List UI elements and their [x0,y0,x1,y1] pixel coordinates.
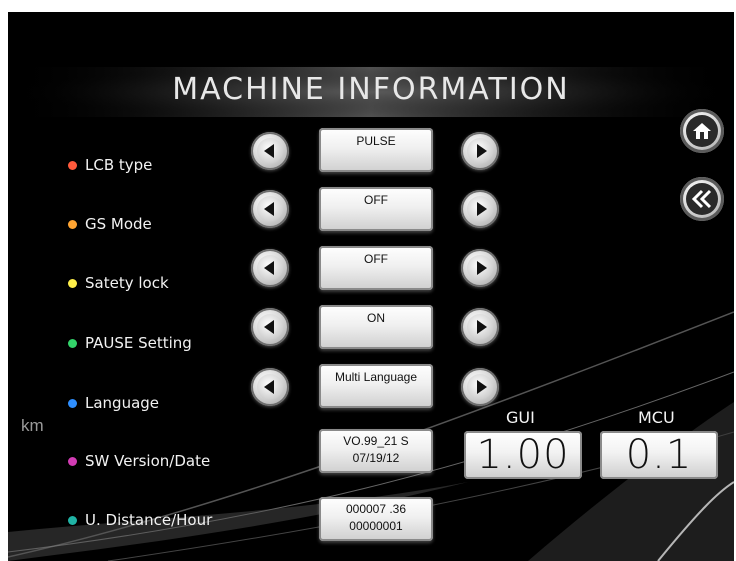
language-prev-button[interactable] [251,368,289,406]
bullet-dot [68,398,77,408]
setting-label-text: LCB type [85,156,153,174]
arrow-right-icon [476,320,487,334]
home-button[interactable] [680,109,724,153]
safety-lock-value: OFF [319,246,433,290]
hours-text: 00000001 [349,519,403,533]
pause-value: ON [319,305,433,349]
bullet-dot [68,338,77,348]
language-value: Multi Language [319,364,433,408]
setting-label-language: Language [68,394,159,412]
arrow-right-icon [476,261,487,275]
setting-label-text: Satety lock [85,274,169,292]
arrow-left-icon [263,261,274,275]
back-button[interactable] [680,177,724,221]
double-chevron-left-icon [691,189,712,209]
setting-label-lcb-type: LCB type [68,156,152,174]
arrow-right-icon [476,202,487,216]
sw-version-text: VO.99_21 S [343,434,409,448]
arrow-left-icon [263,380,274,394]
page-title: MACHINE INFORMATION [172,72,570,107]
setting-label-text: SW Version/Date [85,452,211,470]
gui-version-value: 1.00 [464,431,582,479]
gui-label: GUI [506,408,535,427]
bullet-dot [68,278,77,288]
gs-mode-prev-button[interactable] [251,190,289,228]
setting-label-text: GS Mode [85,215,152,233]
sw-date-text: 07/19/12 [352,451,400,465]
bullet-dot [68,160,77,170]
lcb-type-prev-button[interactable] [251,132,289,170]
gs-mode-value: OFF [319,187,433,231]
home-icon [693,123,711,139]
safety-lock-next-button[interactable] [461,249,499,287]
unit-label: km [21,416,44,435]
mcu-label: MCU [638,408,675,427]
arrow-left-icon [263,320,274,334]
safety-lock-prev-button[interactable] [251,249,289,287]
setting-label-safety-lock: Satety lock [68,274,169,292]
gs-mode-next-button[interactable] [461,190,499,228]
distance-hour-value: 000007 .36 00000001 [319,497,433,541]
arrow-left-icon [263,202,274,216]
mcu-version-value: 0.1 [600,431,718,479]
setting-label-pause: PAUSE Setting [68,334,192,352]
setting-label-text: Language [85,394,160,412]
machine-info-screen: MACHINE INFORMATION LCB type PULSE GS Mo… [8,12,734,561]
arrow-right-icon [476,144,487,158]
arrow-right-icon [476,380,487,394]
distance-text: 000007 .36 [345,502,407,516]
setting-label-text: U. Distance/Hour [85,511,213,529]
pause-prev-button[interactable] [251,308,289,346]
setting-label-sw-version: SW Version/Date [68,452,210,470]
lcb-type-value: PULSE [319,128,433,172]
bullet-dot [68,456,77,466]
arrow-left-icon [263,144,274,158]
bullet-dot [68,219,77,229]
bullet-dot [68,515,77,525]
setting-label-distance: U. Distance/Hour [68,511,212,529]
lcb-type-next-button[interactable] [461,132,499,170]
setting-label-gs-mode: GS Mode [68,215,152,233]
language-next-button[interactable] [461,368,499,406]
sw-version-value: VO.99_21 S 07/19/12 [319,429,433,473]
pause-next-button[interactable] [461,308,499,346]
setting-label-text: PAUSE Setting [85,334,192,352]
